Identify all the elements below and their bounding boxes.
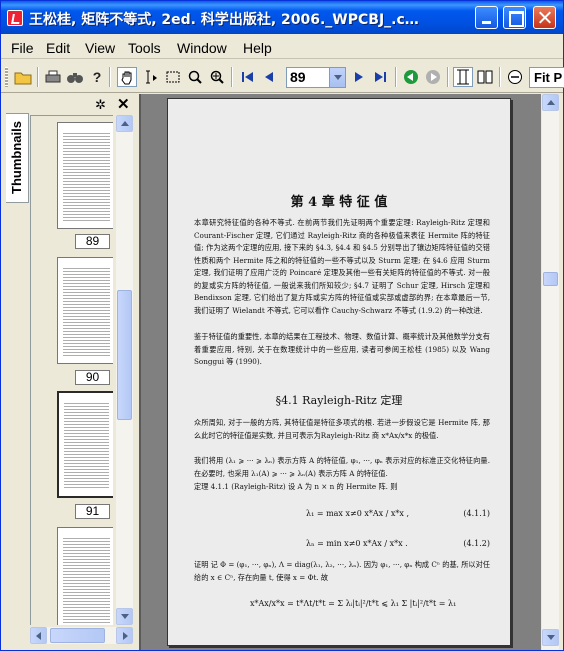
menu-bar: File Edit View Tools Window Help xyxy=(1,35,563,59)
two-page-icon[interactable] xyxy=(475,67,495,87)
go-forward-icon[interactable] xyxy=(423,67,443,87)
equation-number: (4.1.2) xyxy=(463,539,490,548)
next-page-icon[interactable] xyxy=(349,67,369,87)
thumbnail-scrollbar[interactable] xyxy=(116,115,133,625)
close-icon[interactable]: ✕ xyxy=(117,95,130,113)
separator xyxy=(231,67,233,87)
scroll-right-button[interactable] xyxy=(116,627,133,644)
previous-page-icon[interactable] xyxy=(259,67,279,87)
thumbnail-label: 90 xyxy=(75,370,110,385)
acrobat-icon xyxy=(7,10,23,26)
theorem-statement: 定理 4.1.1 (Rayleigh-Ritz) 设 A 为 n × n 的 H… xyxy=(194,482,398,491)
single-page-icon[interactable] xyxy=(453,67,473,87)
window-title: 王松桂, 矩阵不等式, 2ed. 科学出版社, 2006._WPCBJ_.c… xyxy=(29,12,419,28)
separator xyxy=(109,67,111,87)
thumbnail-page[interactable] xyxy=(57,257,113,364)
equation: λ₁ = max x≠0 x*Ax / x*x , xyxy=(306,509,410,518)
intro-paragraph: 鉴于特征值的重要性, 本章的结果在工程技术、物理、数值计算、概率统计及其他数学分… xyxy=(194,332,490,366)
section-paragraph: 众所周知, 对于一般的方阵, 其特征值是特征多项式的根. 若进一步假设它是 He… xyxy=(194,418,490,440)
zoom-dropdown[interactable]: Fit P xyxy=(529,67,564,88)
print-icon[interactable] xyxy=(43,67,63,87)
dynamic-zoom-icon[interactable] xyxy=(207,67,227,87)
scroll-down-button[interactable] xyxy=(116,608,133,625)
gear-icon[interactable]: ✲ xyxy=(95,97,106,113)
chapter-title: 第 4 章 特 征 值 xyxy=(290,195,388,210)
page-number-field[interactable]: 89 xyxy=(286,67,346,88)
help-icon[interactable]: ? xyxy=(87,67,107,87)
thumbnail-label: 89 xyxy=(75,234,110,249)
separator xyxy=(37,67,39,87)
menu-help[interactable]: Help xyxy=(243,40,272,56)
open-folder-icon[interactable] xyxy=(13,67,33,87)
minimize-button[interactable] xyxy=(475,6,498,29)
scroll-up-button[interactable] xyxy=(116,115,133,132)
scroll-thumb[interactable] xyxy=(543,272,558,286)
equation: x*Ax/x*x = t*Λt/t*t = Σ λᵢ|tᵢ|²/t*t ⩽ λ₁… xyxy=(250,599,457,608)
scroll-left-button[interactable] xyxy=(30,627,47,644)
select-text-icon[interactable] xyxy=(141,67,161,87)
equation-number: (4.1.1) xyxy=(463,509,490,518)
go-back-icon[interactable] xyxy=(401,67,421,87)
snapshot-icon[interactable] xyxy=(163,67,183,87)
thumbnail-page[interactable] xyxy=(57,122,113,229)
intro-paragraph: 本章研究特征值的各种不等式. 在前两节我们先证明两个重要定理: Rayleigh… xyxy=(194,218,490,315)
scroll-down-button[interactable] xyxy=(542,629,559,646)
scroll-up-button[interactable] xyxy=(542,94,559,111)
hand-tool-icon[interactable] xyxy=(117,67,137,87)
thumbnail-text-lines xyxy=(63,536,110,625)
thumbnail-label: 91 xyxy=(75,504,110,519)
equation: λₙ = min x≠0 x*Ax / x*x . xyxy=(306,539,408,548)
zoom-icon[interactable] xyxy=(185,67,205,87)
page-number-value: 89 xyxy=(290,69,306,85)
thumbnail-text-lines xyxy=(63,266,110,357)
app-window: 王松桂, 矩阵不等式, 2ed. 科学出版社, 2006._WPCBJ_.c… … xyxy=(0,0,564,651)
thumbnail-list: 89 90 91 xyxy=(30,115,113,625)
menu-tools[interactable]: Tools xyxy=(128,40,161,56)
thumbnail-page[interactable] xyxy=(57,527,113,625)
menu-edit[interactable]: Edit xyxy=(46,40,70,56)
thumbnails-panel: ✲ ✕ 89 90 91 xyxy=(30,94,138,650)
toolbar: ? xyxy=(1,61,563,93)
separator xyxy=(499,67,501,87)
first-page-icon[interactable] xyxy=(237,67,257,87)
title-bar[interactable]: 王松桂, 矩阵不等式, 2ed. 科学出版社, 2006._WPCBJ_.c… xyxy=(1,1,563,34)
toolbar-grip[interactable] xyxy=(5,67,8,87)
hscroll-thumb[interactable] xyxy=(50,628,105,643)
thumbnail-hscrollbar[interactable] xyxy=(30,627,133,644)
last-page-icon[interactable] xyxy=(371,67,391,87)
proof-paragraph: 证明 记 Φ = (φ₁, ···, φₙ), Λ = diag(λ₁, λ₂,… xyxy=(194,560,490,582)
document-scrollbar[interactable] xyxy=(542,94,559,650)
thumbnail-text-lines xyxy=(63,131,110,222)
menu-file[interactable]: File xyxy=(11,40,34,56)
section-title: §4.1 Rayleigh-Ritz 定理 xyxy=(275,394,403,407)
separator xyxy=(395,67,397,87)
binoculars-icon[interactable] xyxy=(65,67,85,87)
scroll-thumb[interactable] xyxy=(117,290,132,420)
menu-view[interactable]: View xyxy=(85,40,115,56)
maximize-button[interactable] xyxy=(503,6,526,29)
separator xyxy=(447,67,449,87)
section-paragraph: 我们将用 (λ₁ ⩾ ··· ⩾ λₙ) 表示方阵 A 的特征值, φ₁, ··… xyxy=(194,456,490,478)
zoom-out-icon[interactable] xyxy=(505,67,525,87)
chevron-down-icon[interactable] xyxy=(329,68,345,87)
thumbnail-page-current[interactable] xyxy=(57,391,113,498)
menu-window[interactable]: Window xyxy=(177,40,227,56)
close-button[interactable] xyxy=(533,6,556,29)
tab-thumbnails[interactable]: Thumbnails xyxy=(6,113,29,203)
tab-thumbnails-label: Thumbnails xyxy=(9,121,24,194)
pdf-page: 第 4 章 特 征 值 本章研究特征值的各种不等式. 在前两节我们先证明两个重要… xyxy=(167,98,511,646)
thumbnail-text-lines xyxy=(64,401,109,490)
